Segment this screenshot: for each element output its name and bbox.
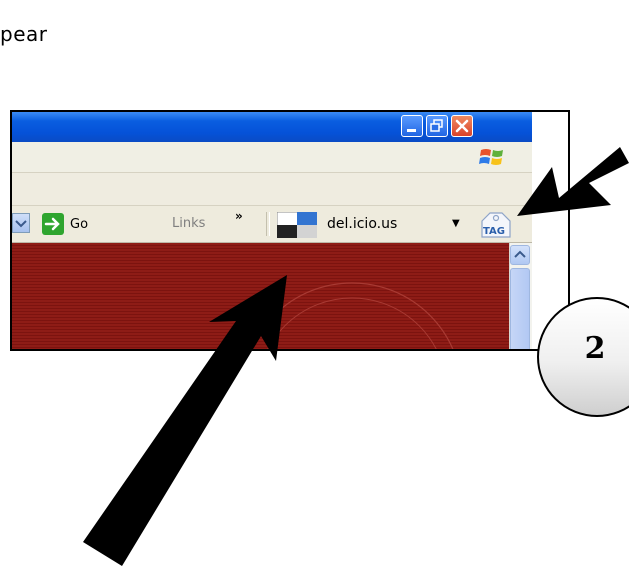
- restore-button[interactable]: [426, 115, 448, 137]
- tag-label: TAG: [483, 226, 505, 237]
- tag-button[interactable]: TAG: [480, 209, 512, 239]
- delicious-logo-icon[interactable]: [277, 212, 317, 238]
- go-label: Go: [70, 216, 89, 232]
- delicious-bookmark-button[interactable]: del.icio.us: [327, 216, 397, 232]
- menu-bar: [12, 142, 568, 173]
- windows-logo-icon: [479, 149, 503, 165]
- standard-toolbar: [12, 173, 568, 206]
- address-dropdown-button[interactable]: [12, 213, 30, 233]
- caption-text: pear: [0, 22, 48, 46]
- scrollbar-thumb[interactable]: [510, 268, 530, 349]
- minimize-button[interactable]: [401, 115, 423, 137]
- go-arrow-icon: [42, 213, 64, 235]
- minimize-icon: [407, 129, 416, 132]
- callout-number: 2: [584, 331, 606, 366]
- chevron-down-icon: [15, 220, 27, 228]
- content-decoration: [250, 282, 454, 349]
- title-bar: [12, 112, 568, 142]
- close-button[interactable]: [451, 115, 473, 137]
- page-content: [12, 243, 568, 349]
- links-button[interactable]: Links: [172, 216, 205, 231]
- browser-window: Go Links » del.icio.us ▼ TAG: [10, 110, 570, 351]
- restore-icon: [430, 119, 443, 132]
- scroll-up-button[interactable]: [510, 245, 530, 265]
- chevron-up-icon: [514, 250, 526, 258]
- close-icon: [455, 119, 469, 133]
- screenshot-stage: pear Go Links » del.icio.us ▼ TAG 2: [0, 0, 629, 567]
- delicious-dropdown-caret[interactable]: ▼: [452, 218, 460, 229]
- go-button[interactable]: Go: [42, 213, 88, 235]
- toolbar-separator: [266, 212, 270, 236]
- address-links-bar: Go Links » del.icio.us ▼ TAG: [12, 206, 568, 243]
- links-more-chevron[interactable]: »: [235, 209, 243, 223]
